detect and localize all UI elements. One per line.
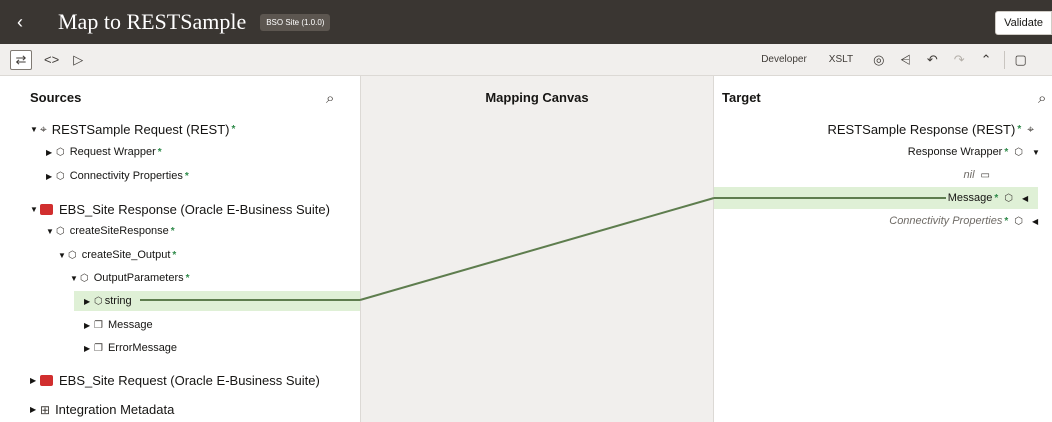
mapping-line-canvas (359, 197, 715, 301)
mapping-connector[interactable] (0, 0, 1052, 422)
